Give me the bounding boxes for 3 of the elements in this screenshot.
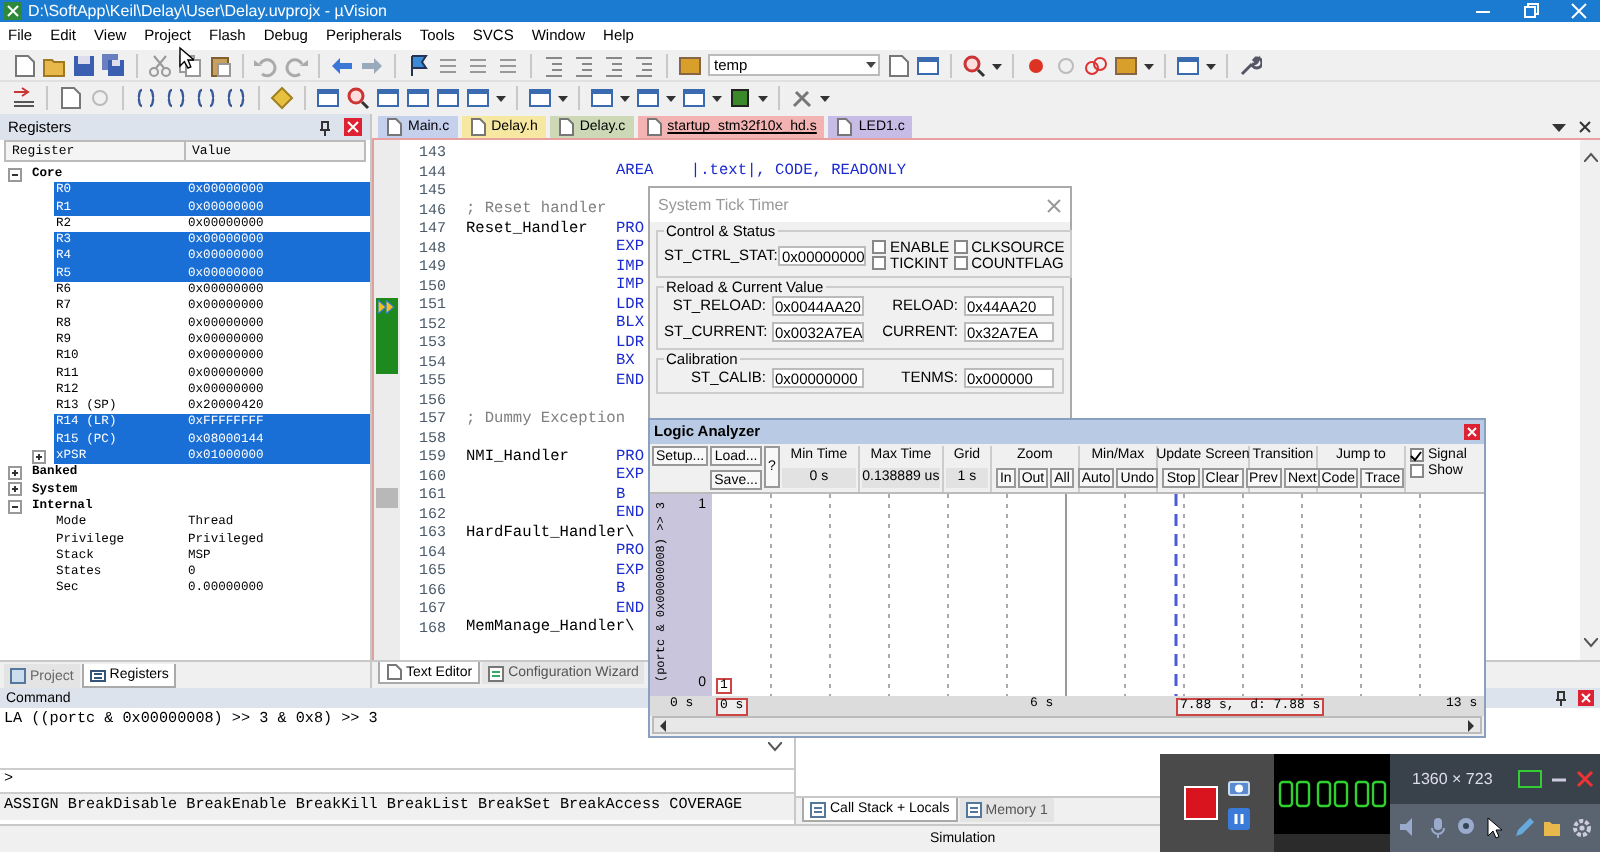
window-title: D:\SoftApp\Keil\Delay\User\Delay.uvprojx - µVision — [28, 3, 387, 19]
resolution-text: 1360 × 723 — [1412, 771, 1493, 787]
dialog-title: System Tick Timer — [658, 197, 789, 213]
